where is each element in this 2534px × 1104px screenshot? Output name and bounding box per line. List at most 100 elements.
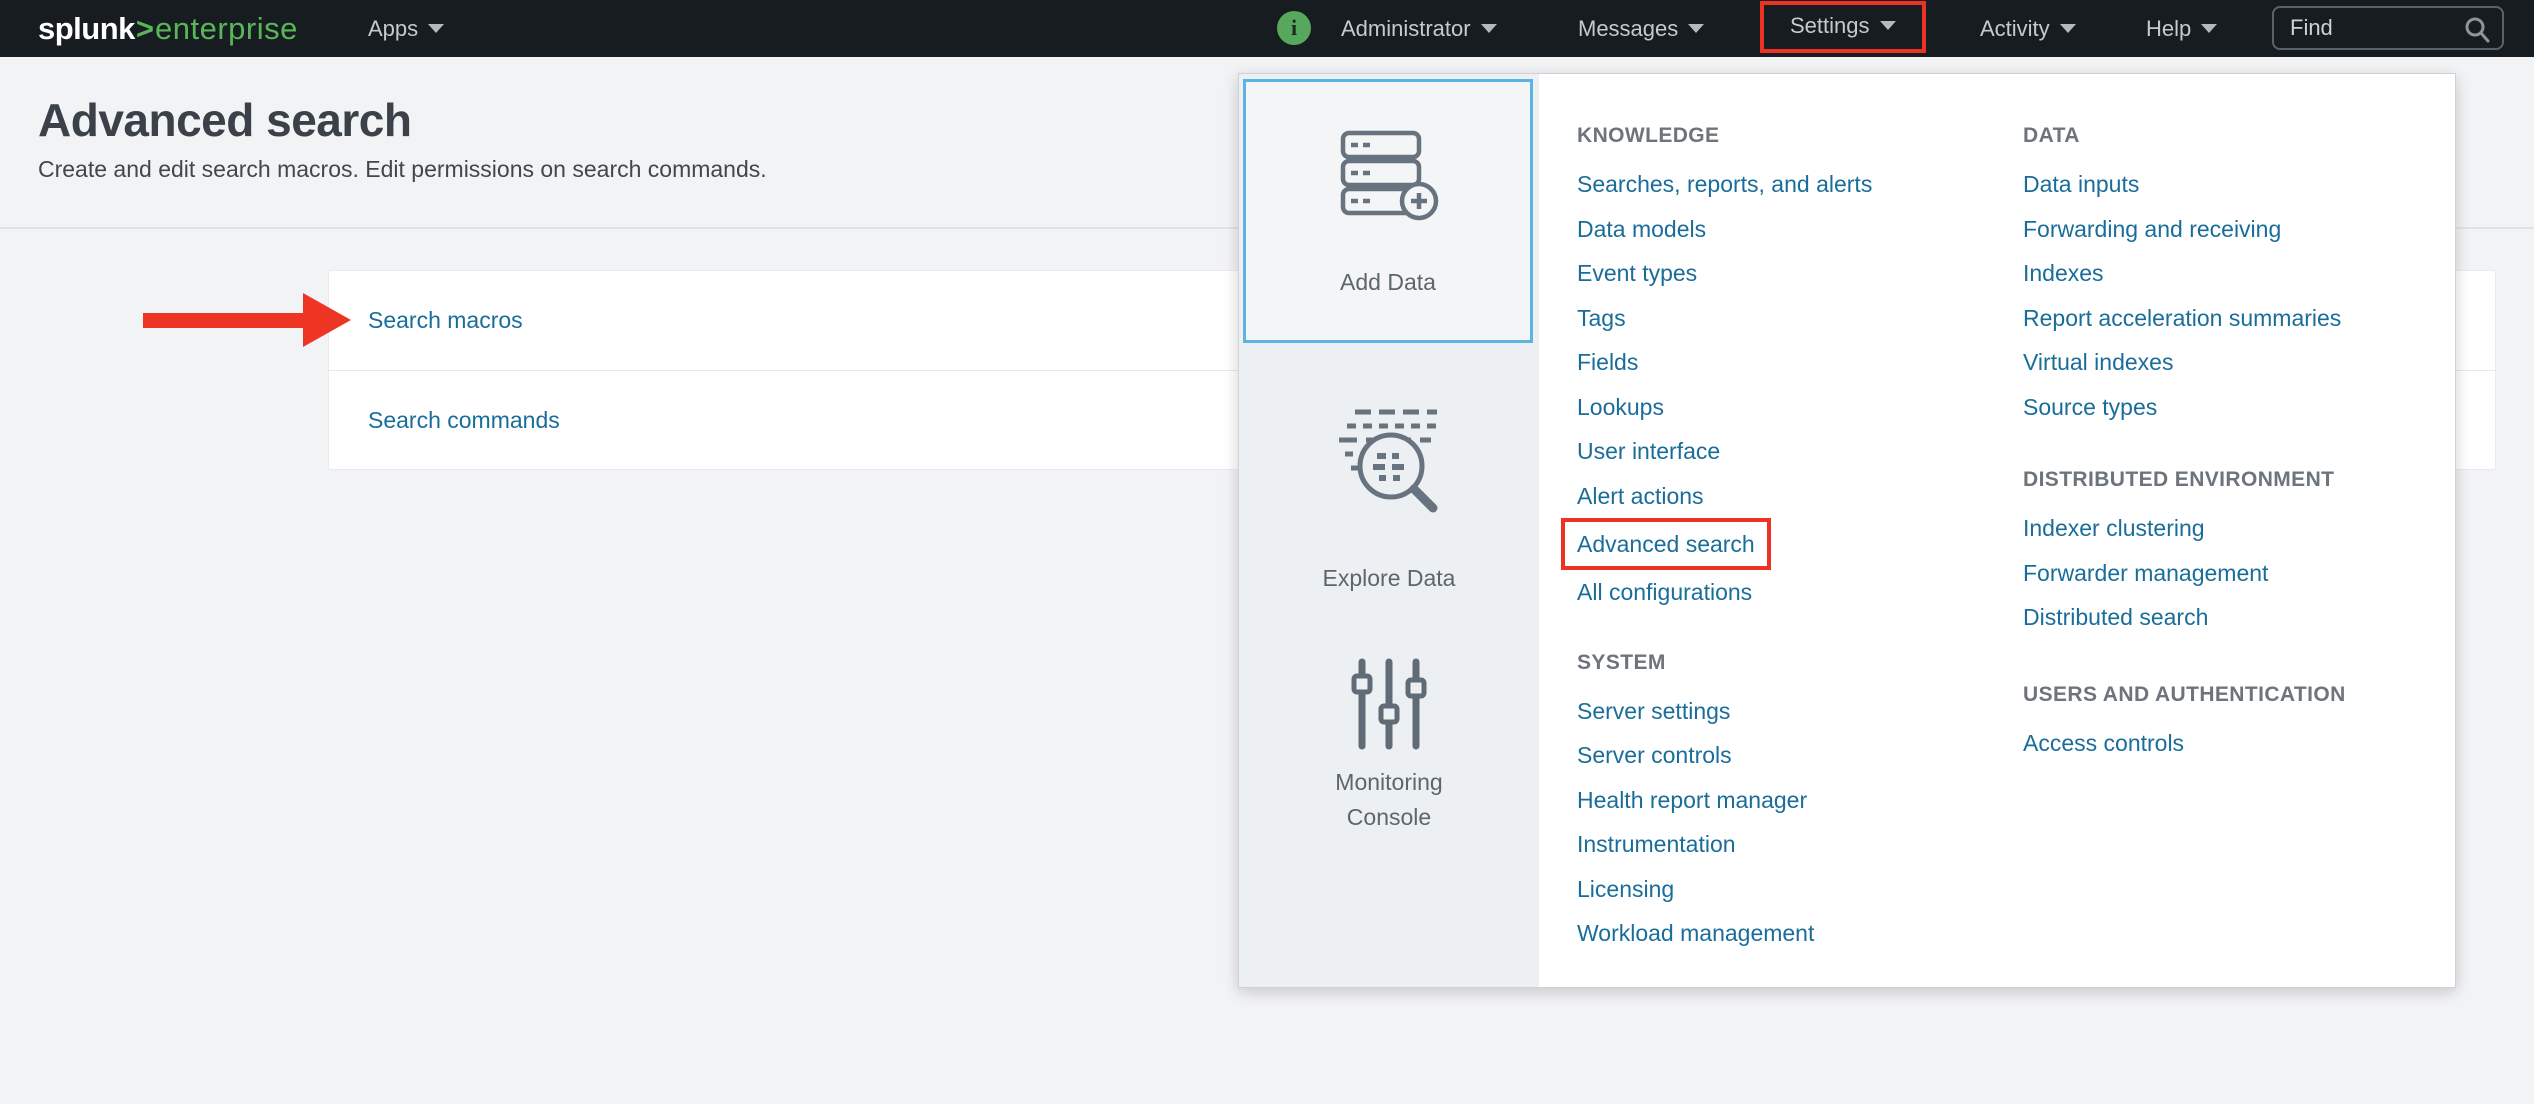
menu-link-virtual-indexes[interactable]: Virtual indexes [2023, 349, 2173, 375]
distributed-environment-link-list: Indexer clustering Forwarder management … [2023, 506, 2453, 640]
search-icon[interactable] [2462, 15, 2492, 45]
nav-administrator-label: Administrator [1341, 16, 1471, 41]
menu-link-indexes[interactable]: Indexes [2023, 260, 2104, 286]
list-item: Lookups [1577, 385, 2007, 430]
menu-link-forwarder-management[interactable]: Forwarder management [2023, 560, 2268, 586]
monitoring-console-tile[interactable]: Monitoring Console [1239, 654, 1539, 835]
menu-link-health-report-manager[interactable]: Health report manager [1577, 787, 1807, 813]
menu-link-workload-management[interactable]: Workload management [1577, 920, 1814, 946]
list-item: Indexes [2023, 251, 2453, 296]
add-data-tile[interactable]: Add Data [1243, 79, 1533, 343]
monitoring-console-icon [1239, 654, 1539, 760]
nav-messages-menu[interactable]: Messages [1578, 0, 1704, 57]
list-item: Distributed search [2023, 595, 2453, 640]
knowledge-link-list: Searches, reports, and alerts Data model… [1577, 162, 2007, 615]
menu-link-licensing[interactable]: Licensing [1577, 876, 1674, 902]
menu-link-user-interface[interactable]: User interface [1577, 438, 1720, 464]
menu-link-forwarding-and-receiving[interactable]: Forwarding and receiving [2023, 216, 2281, 242]
top-nav-bar: splunk>enterprise Apps i Administrator M… [0, 0, 2534, 57]
splunk-enterprise-window: splunk>enterprise Apps i Administrator M… [0, 0, 2534, 1104]
settings-dropdown-panel: Add Data [1238, 73, 2456, 988]
menu-link-all-configurations[interactable]: All configurations [1577, 579, 1752, 605]
list-item: Indexer clustering [2023, 506, 2453, 551]
annotation-arrow-shaft [143, 313, 305, 328]
list-item: All configurations [1577, 570, 2007, 615]
caret-down-icon [1880, 21, 1896, 30]
page-title: Advanced search [38, 96, 411, 144]
logo-product-text: enterprise [155, 11, 298, 46]
logo-gt-glyph: > [136, 11, 154, 46]
list-item: Event types [1577, 251, 2007, 296]
list-item: Workload management [1577, 911, 2007, 956]
find-search-input[interactable]: Find [2272, 6, 2504, 50]
menu-link-report-acceleration-summaries[interactable]: Report acceleration summaries [2023, 305, 2341, 331]
menu-link-source-types[interactable]: Source types [2023, 394, 2157, 420]
menu-link-access-controls[interactable]: Access controls [2023, 730, 2184, 756]
list-item: Searches, reports, and alerts [1577, 162, 2007, 207]
menu-link-data-models[interactable]: Data models [1577, 216, 1706, 242]
menu-link-tags[interactable]: Tags [1577, 305, 1626, 331]
list-item: Server controls [1577, 733, 2007, 778]
advanced-search-annotation-red-box: Advanced search [1561, 518, 1771, 570]
nav-settings-label: Settings [1790, 13, 1870, 38]
menu-link-alert-actions[interactable]: Alert actions [1577, 483, 1704, 509]
add-data-label: Add Data [1246, 269, 1530, 296]
section-heading-distributed-environment: DISTRIBUTED ENVIRONMENT [2023, 458, 2453, 502]
menu-link-server-settings[interactable]: Server settings [1577, 698, 1730, 724]
monitoring-console-label: Monitoring Console [1304, 765, 1474, 835]
system-link-list: Server settings Server controls Health r… [1577, 689, 2007, 956]
menu-link-indexer-clustering[interactable]: Indexer clustering [2023, 515, 2205, 541]
menu-link-advanced-search[interactable]: Advanced search [1577, 531, 1755, 557]
list-item: Licensing [1577, 867, 2007, 912]
data-link-list: Data inputs Forwarding and receiving Ind… [2023, 162, 2453, 429]
caret-down-icon [2201, 24, 2217, 33]
add-data-icon [1246, 128, 1530, 229]
explore-data-tile[interactable]: Explore Data [1239, 404, 1539, 592]
menu-link-fields[interactable]: Fields [1577, 349, 1638, 375]
list-item: Fields [1577, 340, 2007, 385]
list-item: Server settings [1577, 689, 2007, 734]
menu-link-data-inputs[interactable]: Data inputs [2023, 171, 2139, 197]
list-item: Instrumentation [1577, 822, 2007, 867]
settings-menu-column-1: KNOWLEDGE Searches, reports, and alerts … [1577, 74, 2007, 956]
info-icon[interactable]: i [1277, 11, 1311, 45]
list-item: Data models [1577, 207, 2007, 252]
list-item: Tags [1577, 296, 2007, 341]
users-authentication-link-list: Access controls [2023, 721, 2453, 766]
search-macros-link[interactable]: Search macros [368, 307, 523, 333]
nav-activity-label: Activity [1980, 16, 2050, 41]
nav-apps-menu[interactable]: Apps [368, 0, 444, 57]
list-item: User interface [1577, 429, 2007, 474]
nav-apps-label: Apps [368, 16, 418, 41]
nav-administrator-menu[interactable]: Administrator [1341, 0, 1497, 57]
menu-link-instrumentation[interactable]: Instrumentation [1577, 831, 1736, 857]
list-item: Health report manager [1577, 778, 2007, 823]
splunk-logo[interactable]: splunk>enterprise [38, 0, 298, 57]
section-heading-knowledge: KNOWLEDGE [1577, 114, 2007, 158]
section-heading-data: DATA [2023, 114, 2453, 158]
settings-annotation-red-box: Settings [1760, 1, 1926, 53]
settings-panel-tile-column: Add Data [1239, 74, 1539, 987]
menu-link-searches-reports-and-alerts[interactable]: Searches, reports, and alerts [1577, 171, 1872, 197]
search-commands-link[interactable]: Search commands [368, 407, 560, 433]
list-item: Data inputs [2023, 162, 2453, 207]
menu-link-server-controls[interactable]: Server controls [1577, 742, 1732, 768]
nav-help-menu[interactable]: Help [2146, 0, 2217, 57]
explore-data-label: Explore Data [1239, 565, 1539, 592]
logo-brand-text: splunk [38, 11, 135, 46]
caret-down-icon [428, 24, 444, 33]
list-item: Forwarding and receiving [2023, 207, 2453, 252]
list-item: Report acceleration summaries [2023, 296, 2453, 341]
nav-activity-menu[interactable]: Activity [1980, 0, 2076, 57]
list-item: Advanced search [1577, 518, 2007, 570]
find-placeholder: Find [2290, 8, 2333, 48]
nav-settings-menu[interactable]: Settings [1760, 0, 1926, 57]
explore-data-icon [1239, 404, 1539, 525]
menu-link-lookups[interactable]: Lookups [1577, 394, 1664, 420]
list-item: Forwarder management [2023, 551, 2453, 596]
list-item: Virtual indexes [2023, 340, 2453, 385]
menu-link-event-types[interactable]: Event types [1577, 260, 1697, 286]
menu-link-distributed-search[interactable]: Distributed search [2023, 604, 2208, 630]
list-item: Access controls [2023, 721, 2453, 766]
page-subtitle: Create and edit search macros. Edit perm… [38, 156, 767, 183]
